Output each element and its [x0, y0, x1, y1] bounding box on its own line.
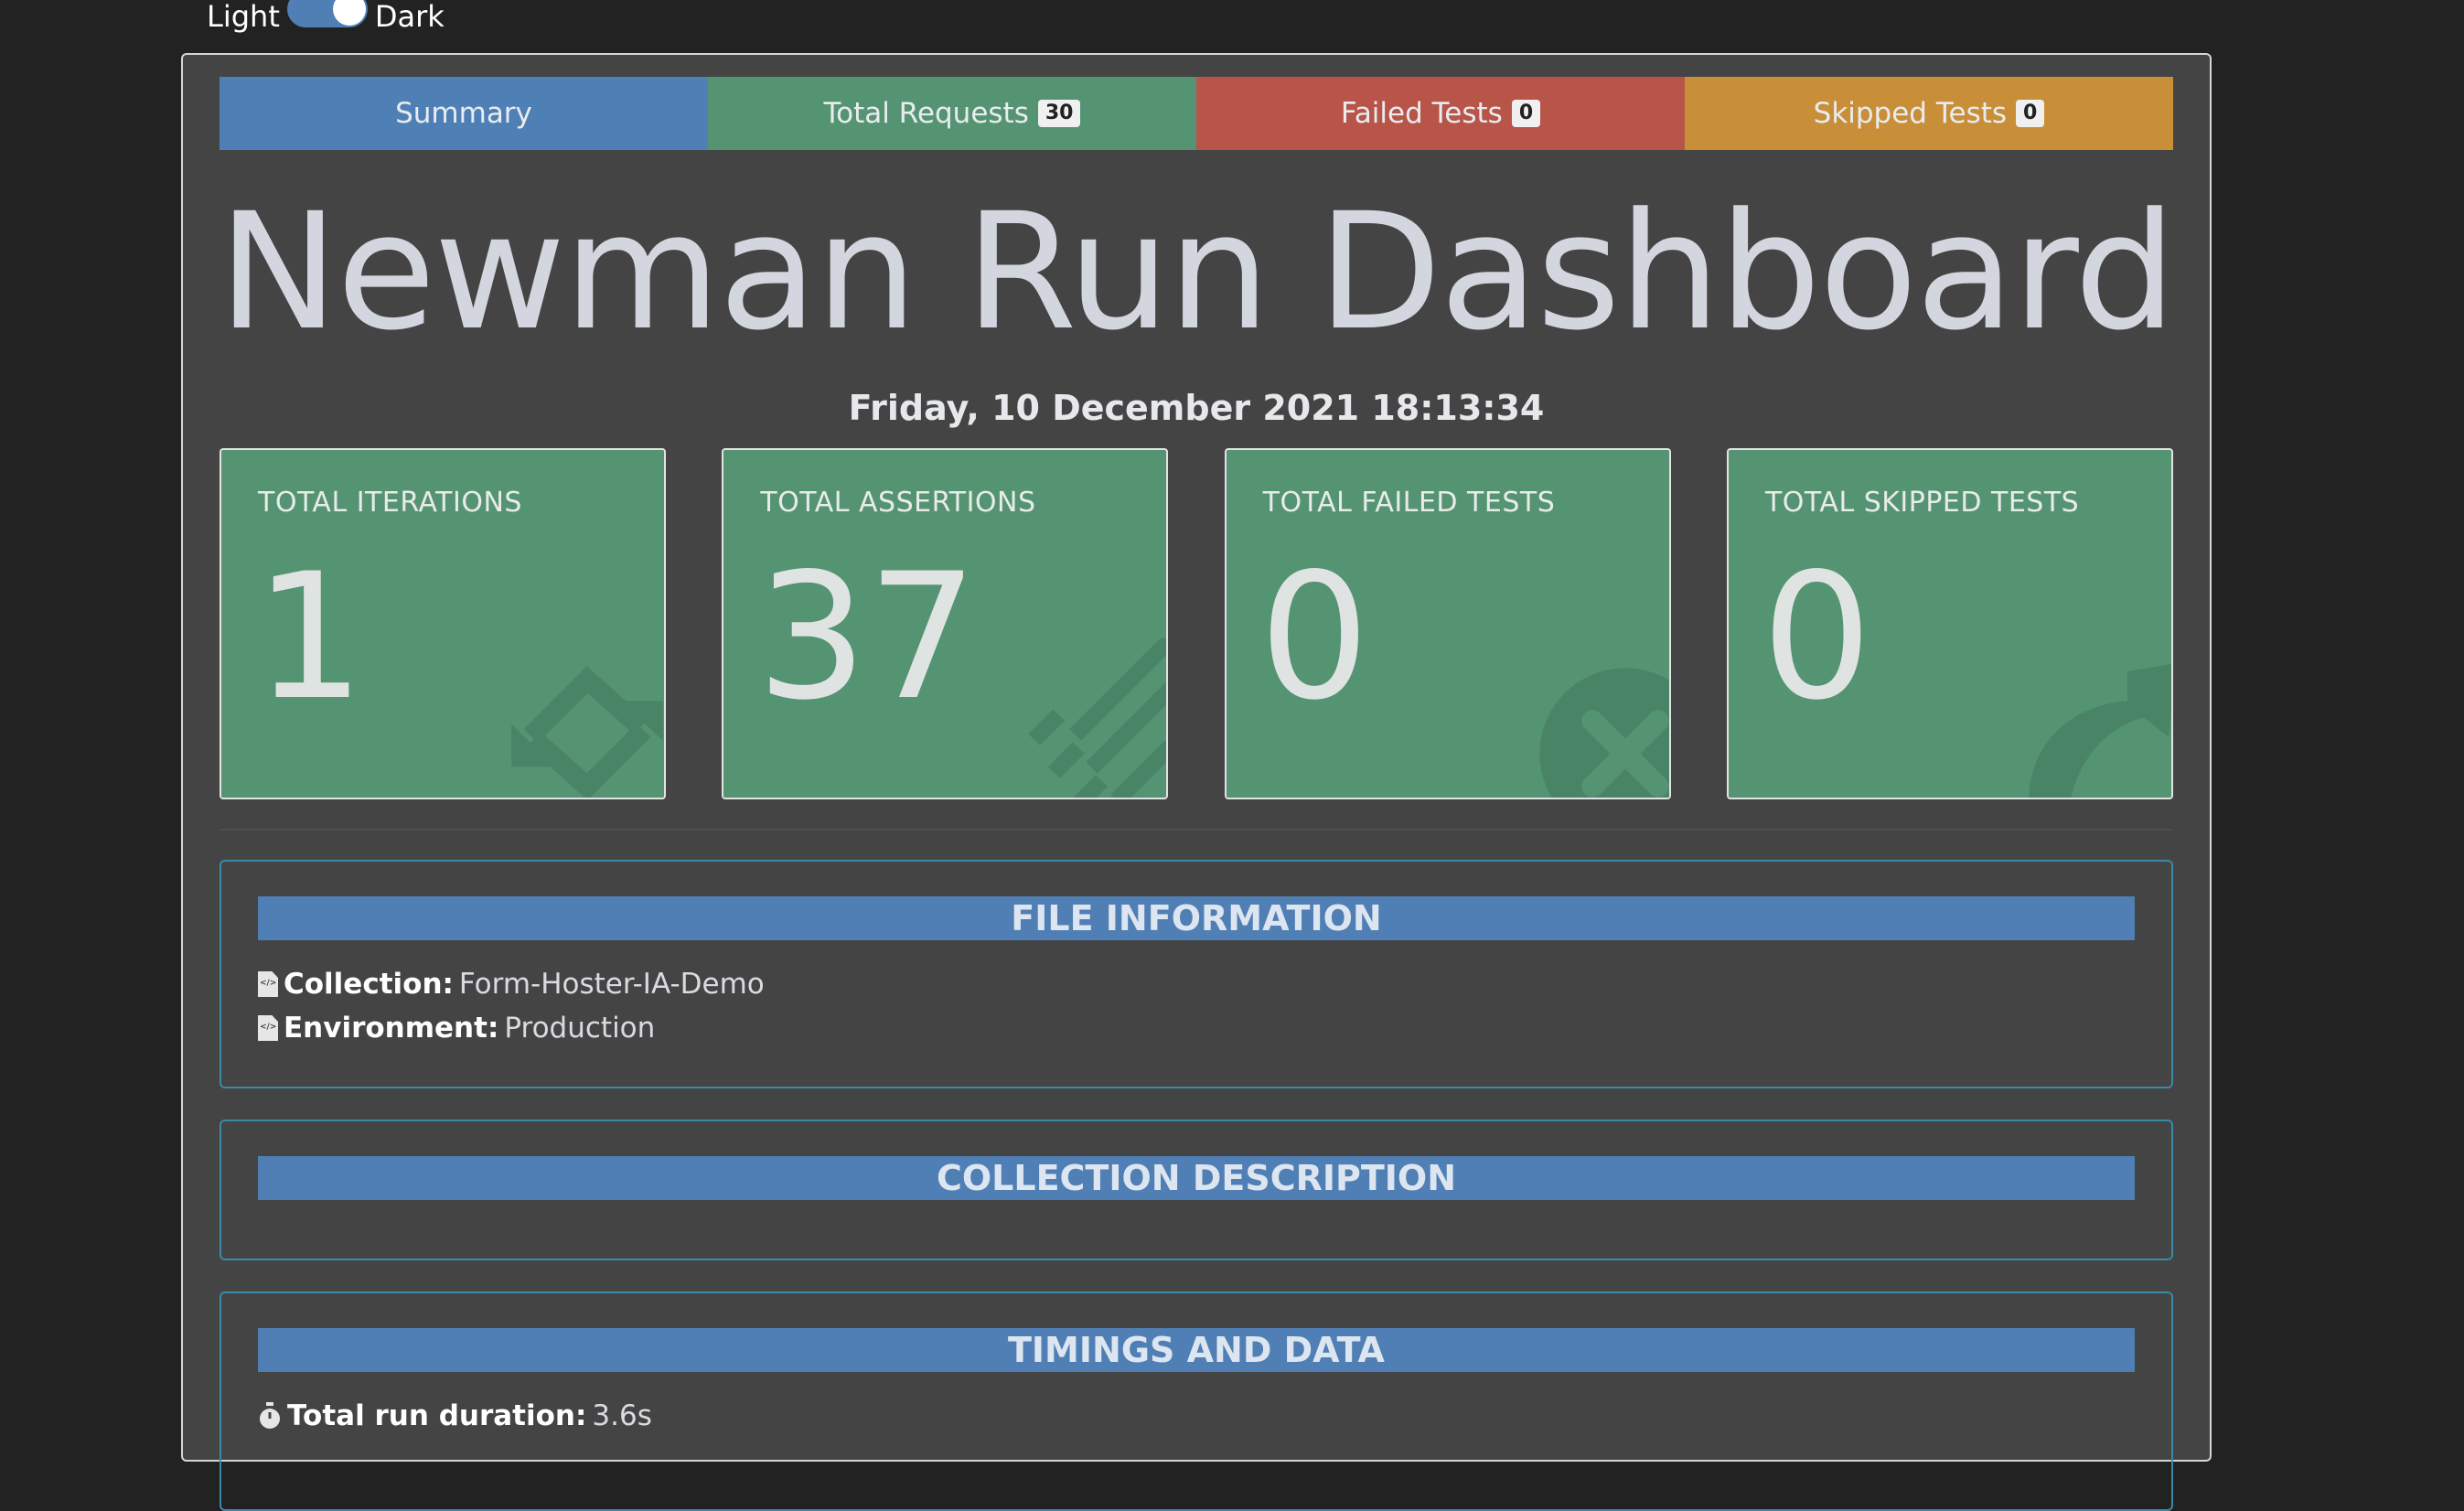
tab-badge: 0 — [1511, 99, 1541, 128]
card-total-failed-tests: TOTAL FAILED TESTS 0 — [1224, 448, 1671, 799]
card-label: TOTAL FAILED TESTS — [1262, 487, 1556, 519]
times-circle-icon — [1539, 668, 1669, 798]
tasks-icon — [1028, 638, 1167, 798]
tab-badge: 30 — [1037, 99, 1081, 128]
environment-label: Environment: — [284, 1012, 499, 1045]
environment-value: Production — [504, 1012, 656, 1045]
theme-toggle-knob — [332, 0, 366, 26]
file-code-icon — [258, 1015, 278, 1041]
stopwatch-icon — [260, 1402, 280, 1429]
card-value: 37 — [756, 536, 979, 738]
page-title: Newman Run Dashboard — [218, 178, 2177, 366]
sync-icon — [511, 666, 663, 798]
duration-label: Total run duration: — [287, 1399, 587, 1432]
tab-skipped-tests[interactable]: Skipped Tests 0 — [1685, 77, 2173, 150]
collection-row: Collection: Form-Hoster-IA-Demo — [258, 968, 765, 1001]
card-total-skipped-tests: TOTAL SKIPPED TESTS 0 — [1726, 448, 2173, 799]
tab-label: Total Requests — [823, 97, 1029, 130]
card-value: 1 — [254, 536, 365, 738]
theme-dark-label: Dark — [374, 0, 445, 34]
theme-light-label: Light — [207, 0, 280, 34]
tab-label: Skipped Tests — [1813, 97, 2008, 130]
file-information-panel: FILE INFORMATION Collection: Form-Hoster… — [220, 860, 2173, 1088]
card-label: TOTAL ITERATIONS — [258, 487, 522, 519]
tab-summary[interactable]: Summary — [220, 77, 708, 150]
card-value: 0 — [1761, 536, 1872, 738]
stat-cards: TOTAL ITERATIONS 1 TOTAL ASSERTIONS 37 T… — [220, 448, 2173, 799]
card-value: 0 — [1259, 536, 1370, 738]
tab-label: Summary — [395, 97, 532, 130]
share-icon — [2029, 664, 2171, 798]
theme-toggle[interactable] — [286, 0, 368, 27]
panel-heading: TIMINGS AND DATA — [258, 1328, 2135, 1372]
collection-value: Form-Hoster-IA-Demo — [458, 968, 765, 1001]
duration-row: Total run duration: 3.6s — [258, 1399, 652, 1432]
card-total-iterations: TOTAL ITERATIONS 1 — [220, 448, 666, 799]
collection-description-panel: COLLECTION DESCRIPTION — [220, 1120, 2173, 1260]
duration-value: 3.6s — [592, 1399, 652, 1432]
collection-label: Collection: — [284, 968, 454, 1001]
environment-row: Environment: Production — [258, 1012, 655, 1045]
tab-badge: 0 — [2016, 99, 2045, 128]
panel-heading: COLLECTION DESCRIPTION — [258, 1156, 2135, 1200]
tab-label: Failed Tests — [1340, 97, 1503, 130]
divider — [220, 829, 2173, 831]
tab-bar: Summary Total Requests 30 Failed Tests 0… — [220, 77, 2173, 150]
theme-switch: Light Dark — [207, 0, 445, 34]
timings-panel: TIMINGS AND DATA Total run duration: 3.6… — [220, 1291, 2173, 1511]
card-label: TOTAL SKIPPED TESTS — [1764, 487, 2080, 519]
card-total-assertions: TOTAL ASSERTIONS 37 — [722, 448, 1169, 799]
run-timestamp: Friday, 10 December 2021 18:13:34 — [848, 388, 1545, 428]
tab-failed-tests[interactable]: Failed Tests 0 — [1196, 77, 1685, 150]
panel-heading: FILE INFORMATION — [258, 896, 2135, 940]
file-code-icon — [258, 971, 278, 997]
tab-total-requests[interactable]: Total Requests 30 — [708, 77, 1196, 150]
dashboard-container: Summary Total Requests 30 Failed Tests 0… — [181, 53, 2212, 1511]
card-label: TOTAL ASSERTIONS — [760, 487, 1036, 519]
